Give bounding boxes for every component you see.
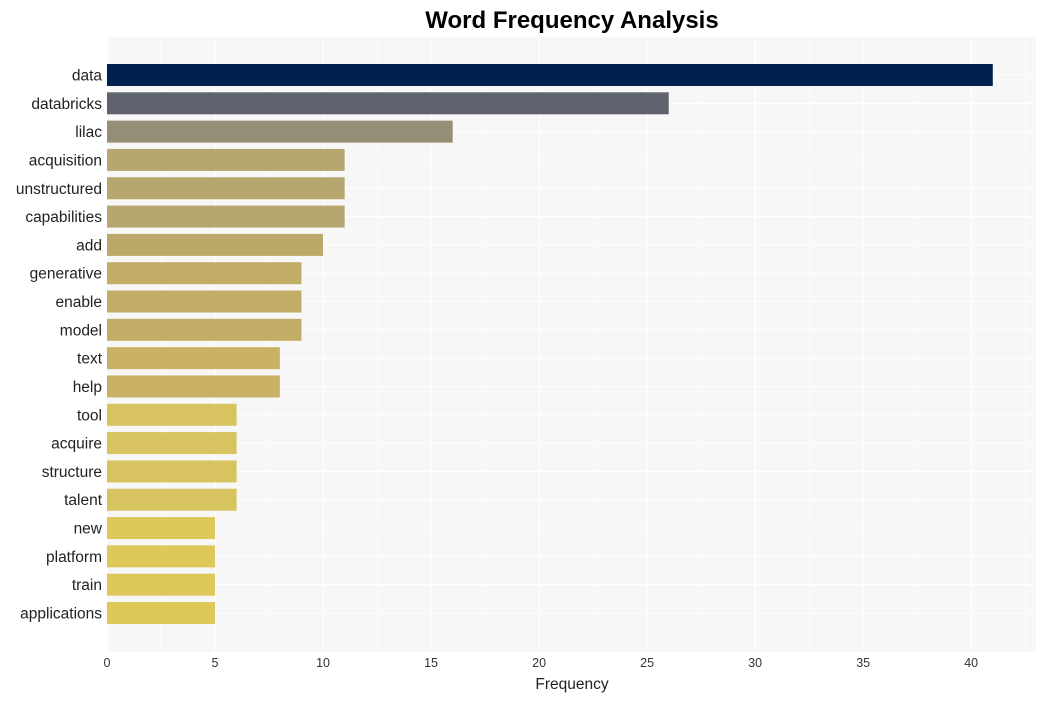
bar-help — [107, 375, 280, 398]
x-tick-label: 25 — [640, 656, 654, 670]
bar-enable — [107, 290, 302, 313]
x-tick-label: 15 — [424, 656, 438, 670]
bar-databricks — [107, 92, 669, 115]
x-axis-ticks: 0 5 10 15 20 25 30 35 40 — [104, 656, 979, 670]
bar-talent — [107, 488, 237, 511]
chart-title: Word Frequency Analysis — [425, 7, 718, 34]
bar-platform — [107, 545, 216, 568]
y-tick-label: databricks — [31, 96, 102, 113]
y-tick-label: model — [60, 322, 102, 339]
y-tick-label: acquisition — [29, 152, 102, 169]
y-tick-label: add — [76, 237, 102, 254]
y-tick-label: new — [74, 521, 103, 538]
y-axis-labels: data databricks lilac acquisition unstructur… — [16, 68, 103, 623]
y-tick-label: talent — [64, 492, 103, 509]
x-tick-label: 10 — [316, 656, 330, 670]
x-tick-label: 35 — [856, 656, 870, 670]
bar-tool — [107, 403, 237, 426]
bar-add — [107, 233, 324, 256]
bar-model — [107, 318, 302, 341]
bar-unstructured — [107, 177, 345, 200]
bar-data — [107, 64, 993, 86]
bar-train — [107, 573, 216, 596]
y-tick-label: structure — [42, 464, 102, 481]
bar-new — [107, 517, 216, 540]
y-tick-label: unstructured — [16, 181, 102, 198]
bar-acquire — [107, 432, 237, 455]
y-tick-label: acquire — [51, 436, 102, 453]
bar-lilac — [107, 120, 453, 143]
bar-structure — [107, 460, 237, 483]
x-tick-label: 20 — [532, 656, 546, 670]
y-tick-label: train — [72, 577, 102, 594]
bar-capabilities — [107, 205, 345, 228]
bar-applications — [107, 602, 216, 624]
x-tick-label: 30 — [748, 656, 762, 670]
y-tick-label: capabilities — [25, 209, 102, 226]
bar-generative — [107, 262, 302, 285]
bar-acquisition — [107, 148, 345, 171]
y-tick-label: data — [72, 68, 103, 85]
y-tick-label: applications — [20, 606, 102, 623]
x-tick-label: 40 — [964, 656, 978, 670]
word-frequency-chart: Word Frequency Analysis data databricks li… — [16, 7, 1036, 693]
bar-text — [107, 347, 280, 370]
y-tick-label: text — [77, 351, 103, 368]
y-tick-label: enable — [55, 294, 102, 311]
y-tick-label: generative — [30, 266, 102, 283]
x-tick-label: 0 — [104, 656, 111, 670]
y-tick-label: lilac — [75, 124, 102, 141]
y-tick-label: tool — [77, 407, 102, 424]
x-axis-label: Frequency — [535, 676, 608, 693]
y-tick-label: platform — [46, 549, 102, 566]
x-tick-label: 5 — [212, 656, 219, 670]
y-tick-label: help — [73, 379, 102, 396]
